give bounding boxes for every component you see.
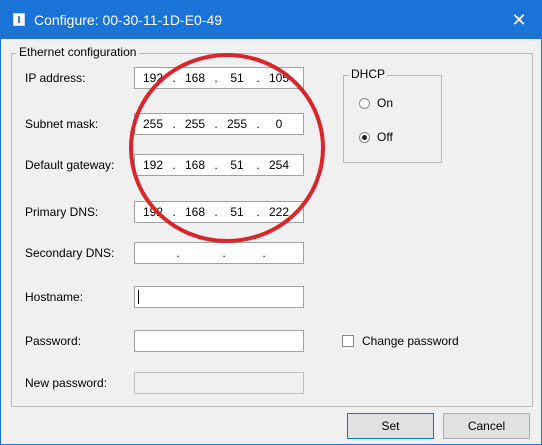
default-gateway-octet-3: 51: [230, 158, 244, 172]
dhcp-group: [343, 75, 442, 163]
change-password-checkbox[interactable]: [342, 335, 354, 347]
ethernet-configuration-legend: Ethernet configuration: [16, 45, 140, 59]
ethernet-configuration-group: [11, 53, 533, 407]
set-button[interactable]: Set: [347, 413, 434, 439]
new-password-input[interactable]: [134, 372, 304, 394]
ip-address-octet-1: 192: [142, 71, 164, 85]
ip-separator: .: [176, 246, 180, 260]
ip-separator: .: [256, 117, 260, 131]
subnet-mask-octet-4: 0: [275, 117, 283, 131]
hostname-label: Hostname:: [25, 290, 84, 304]
default-gateway-field[interactable]: 192 . 168 . 51 . 254: [134, 154, 304, 176]
app-icon: [13, 13, 25, 26]
ip-separator: .: [256, 205, 260, 219]
ip-separator: .: [172, 158, 176, 172]
primary-dns-octet-1: 192: [142, 205, 164, 219]
text-caret: [138, 290, 139, 304]
close-button[interactable]: ✕: [506, 7, 532, 33]
dhcp-legend: DHCP: [349, 67, 388, 81]
ip-separator: .: [172, 117, 176, 131]
subnet-mask-field[interactable]: 255 . 255 . 255 . 0: [134, 113, 304, 135]
ip-separator: .: [256, 71, 260, 85]
hostname-input[interactable]: [134, 286, 304, 308]
primary-dns-octet-3: 51: [230, 205, 244, 219]
change-password-label[interactable]: Change password: [362, 334, 459, 348]
password-input[interactable]: [134, 330, 304, 352]
ip-separator: .: [214, 158, 218, 172]
ip-separator: .: [214, 71, 218, 85]
ip-address-octet-4: 105: [268, 71, 290, 85]
dhcp-off-radio[interactable]: [359, 132, 370, 143]
ip-separator: .: [172, 71, 176, 85]
default-gateway-label: Default gateway:: [25, 158, 115, 172]
subnet-mask-octet-3: 255: [226, 117, 248, 131]
ip-separator: .: [214, 205, 218, 219]
primary-dns-label: Primary DNS:: [25, 205, 99, 219]
new-password-label: New password:: [25, 376, 108, 390]
ip-separator: .: [172, 205, 176, 219]
default-gateway-octet-1: 192: [142, 158, 164, 172]
default-gateway-octet-4: 254: [268, 158, 290, 172]
primary-dns-octet-4: 222: [268, 205, 290, 219]
subnet-mask-label: Subnet mask:: [25, 117, 99, 131]
ip-separator: .: [262, 246, 266, 260]
default-gateway-octet-2: 168: [184, 158, 206, 172]
cancel-button[interactable]: Cancel: [443, 413, 530, 439]
primary-dns-octet-2: 168: [184, 205, 206, 219]
window-title: Configure: 00-30-11-1D-E0-49: [34, 12, 223, 28]
ip-separator: .: [214, 117, 218, 131]
ip-separator: .: [222, 246, 226, 260]
primary-dns-field[interactable]: 192 . 168 . 51 . 222: [134, 201, 304, 223]
password-label: Password:: [25, 334, 82, 348]
subnet-mask-octet-1: 255: [142, 117, 164, 131]
ip-address-label: IP address:: [25, 71, 86, 85]
dhcp-on-radio[interactable]: [359, 98, 370, 109]
secondary-dns-field[interactable]: . . .: [134, 242, 304, 264]
dhcp-off-label[interactable]: Off: [377, 130, 393, 144]
ip-address-octet-2: 168: [184, 71, 206, 85]
dhcp-on-label[interactable]: On: [377, 96, 393, 110]
title-bar[interactable]: Configure: 00-30-11-1D-E0-49 ✕: [1, 1, 541, 39]
subnet-mask-octet-2: 255: [184, 117, 206, 131]
secondary-dns-label: Secondary DNS:: [25, 246, 115, 260]
ip-separator: .: [256, 158, 260, 172]
ip-address-octet-3: 51: [230, 71, 244, 85]
ip-address-field[interactable]: 192 . 168 . 51 . 105: [134, 67, 304, 89]
